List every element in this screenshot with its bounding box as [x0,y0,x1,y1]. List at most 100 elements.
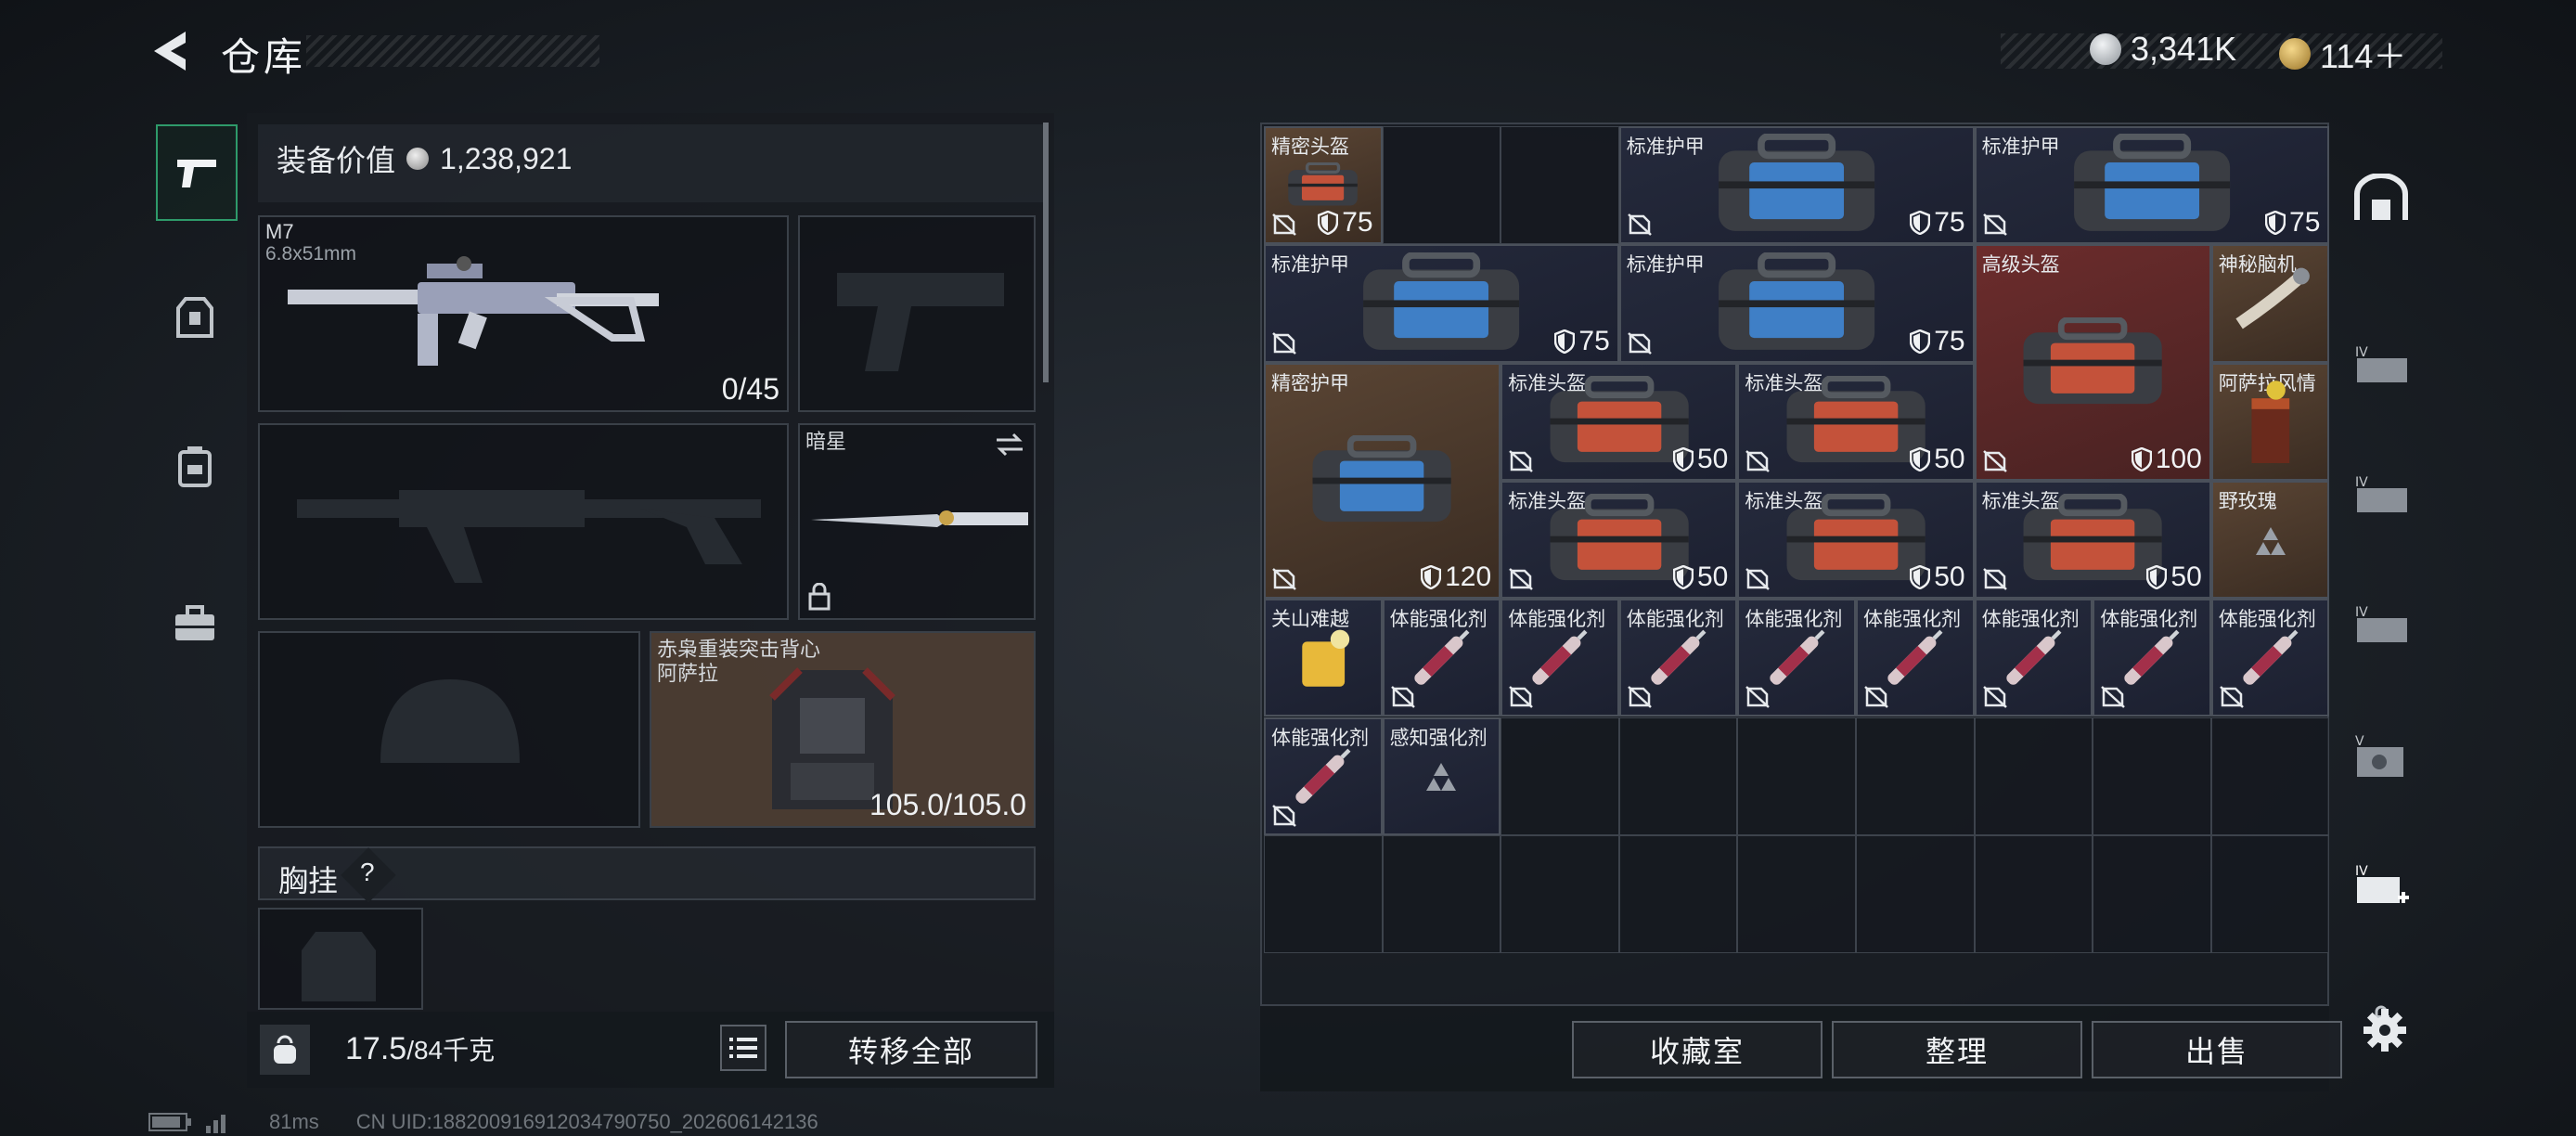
grid-cell[interactable] [1382,834,1501,954]
grid-cell[interactable] [2093,716,2211,835]
grid-cell[interactable] [2093,834,2211,954]
transfer-all-button[interactable]: 转移全部 [785,1021,1037,1078]
tab-expansion-4[interactable]: V [2344,720,2418,794]
inventory-item[interactable]: 体能强化剂 [1501,599,1619,717]
inventory-item[interactable]: 高级头盔 100 [1974,244,2211,481]
no-bind-icon [1390,686,1415,709]
nav-case[interactable] [156,577,234,670]
tab-expansion-3[interactable]: IV [2344,588,2418,663]
armor-case-icon [1719,134,1875,232]
grid-cell[interactable] [1382,126,1501,245]
nav-weapons[interactable] [156,124,238,221]
weight-readout: 17.5 /84千克 [345,1031,496,1066]
item-durability: 50 [1910,444,1965,475]
inventory-item[interactable]: 体能强化剂 [1618,599,1738,717]
tab-storage-main[interactable] [2344,161,2418,236]
chest-rig-slot[interactable] [258,908,423,1010]
currency-silver[interactable]: 3,341K [2090,30,2236,69]
sell-button[interactable]: 出售 [2092,1021,2342,1078]
grid-cell[interactable] [1974,834,2093,954]
knife-icon [811,510,1028,527]
item-durability: 50 [1673,444,1728,475]
grid-cell[interactable] [1737,716,1856,835]
grid-cell[interactable] [1856,716,1975,835]
helmet-slot[interactable] [258,631,640,828]
inventory-item[interactable]: 体能强化剂 [1382,599,1501,717]
inventory-item[interactable]: 标准头盔 50 [1737,480,1975,600]
item-durability: 75 [2265,207,2320,239]
inventory-item[interactable]: 体能强化剂 [1737,599,1856,717]
no-bind-icon [1272,213,1296,237]
inventory-item[interactable]: 精密头盔 75 [1264,126,1383,245]
inventory-item[interactable]: 阿萨拉风情 [2210,362,2330,481]
inventory-item[interactable]: 标准头盔 50 [1501,480,1738,600]
grid-cell[interactable] [1501,126,1619,245]
equipment-panel: 装备价值 1,238,921 M7 6.8x51mm 0/45 暗星 赤枭重装突… [247,113,1054,1012]
inventory-item[interactable]: 体能强化剂 [2093,599,2211,717]
sort-button[interactable]: 整理 [1832,1021,2082,1078]
durability-shield-icon [1910,446,1931,471]
inventory-item[interactable]: 标准护甲 75 [1264,244,1619,363]
primary-weapon-slot[interactable]: M7 6.8x51mm 0/45 [258,215,789,412]
grid-cell[interactable] [1264,834,1383,954]
grid-cell[interactable] [1618,834,1738,954]
durability-shield-icon [1910,329,1931,354]
nav-armor[interactable] [156,271,234,364]
grid-cell[interactable] [1618,716,1738,835]
no-bind-icon [1745,686,1771,709]
toolbox-icon [175,605,214,640]
no-bind-icon [1982,449,2007,472]
no-bind-icon [1272,331,1296,355]
armor-case-icon [2073,134,2231,232]
inventory-item[interactable]: 体能强化剂 [2210,599,2330,717]
grid-cell[interactable] [2210,834,2330,954]
inventory-item[interactable]: 标准头盔 50 [1737,362,1975,481]
grid-cell[interactable] [1501,716,1619,835]
helmet-case-icon [1550,376,1689,463]
inventory-item[interactable]: 感知强化剂 [1382,716,1501,835]
inventory-item[interactable]: 标准头盔 50 [1501,362,1738,481]
grid-cell[interactable] [1974,716,2093,835]
chest-rig-header[interactable]: 胸挂 ? [258,846,1036,903]
grid-cell[interactable] [2210,716,2330,835]
no-bind-icon [1627,331,1652,355]
inventory-item[interactable]: 体能强化剂 [1974,599,2093,717]
inventory-item[interactable]: 体能强化剂 [1856,599,1975,717]
body-armor-slot[interactable]: 赤枭重装突击背心 阿萨拉 105.0/105.0 [650,631,1036,828]
inventory-item[interactable]: 野玫瑰 [2210,480,2330,600]
currency-gold[interactable]: 114＋ [2279,30,2406,78]
inventory-item[interactable]: 神秘脑机 [2210,244,2330,363]
inventory-item[interactable]: 关山难越 [1264,599,1383,717]
inventory-item[interactable]: 标准护甲 75 [1618,244,1975,363]
equipment-value: 装备价值 1,238,921 [277,141,573,178]
secondary-weapon-slot[interactable] [258,423,789,620]
inventory-item[interactable]: 标准头盔 50 [1974,480,2211,600]
armor-case-icon [1719,252,1875,350]
no-bind-icon [1745,568,1771,591]
nav-backpack[interactable] [156,420,234,512]
durability-shield-icon [1910,211,1931,236]
melee-slot[interactable]: 暗星 [798,423,1036,620]
settings-button[interactable] [2338,993,2431,1067]
grid-cell[interactable] [1737,834,1856,954]
inventory-item[interactable]: 标准护甲 75 [1974,126,2330,245]
item-durability: 50 [1673,562,1728,593]
iv-box-icon: IV [2355,605,2407,642]
grid-cell[interactable] [1856,834,1975,954]
inventory-item[interactable]: 精密护甲 120 [1264,362,1501,600]
no-bind-icon [1509,449,1534,472]
tab-add-expansion[interactable]: IV [2344,850,2418,924]
sidearm-slot[interactable] [798,215,1036,412]
inventory-item[interactable]: 标准护甲 75 [1618,126,1975,245]
no-bind-icon [1627,213,1652,237]
back-arrow-icon[interactable] [148,28,195,74]
tab-expansion-2[interactable]: IV [2344,458,2418,533]
grid-cell[interactable] [1501,834,1619,954]
drink-icon [2251,381,2289,464]
collection-room-button[interactable]: 收藏室 [1572,1021,1823,1078]
tab-expansion-1[interactable]: IV [2344,329,2418,403]
swap-icon[interactable] [993,431,1026,458]
scrollbar[interactable] [1043,123,1049,382]
list-view-button[interactable] [720,1025,766,1071]
inventory-item[interactable]: 体能强化剂 [1264,716,1383,835]
